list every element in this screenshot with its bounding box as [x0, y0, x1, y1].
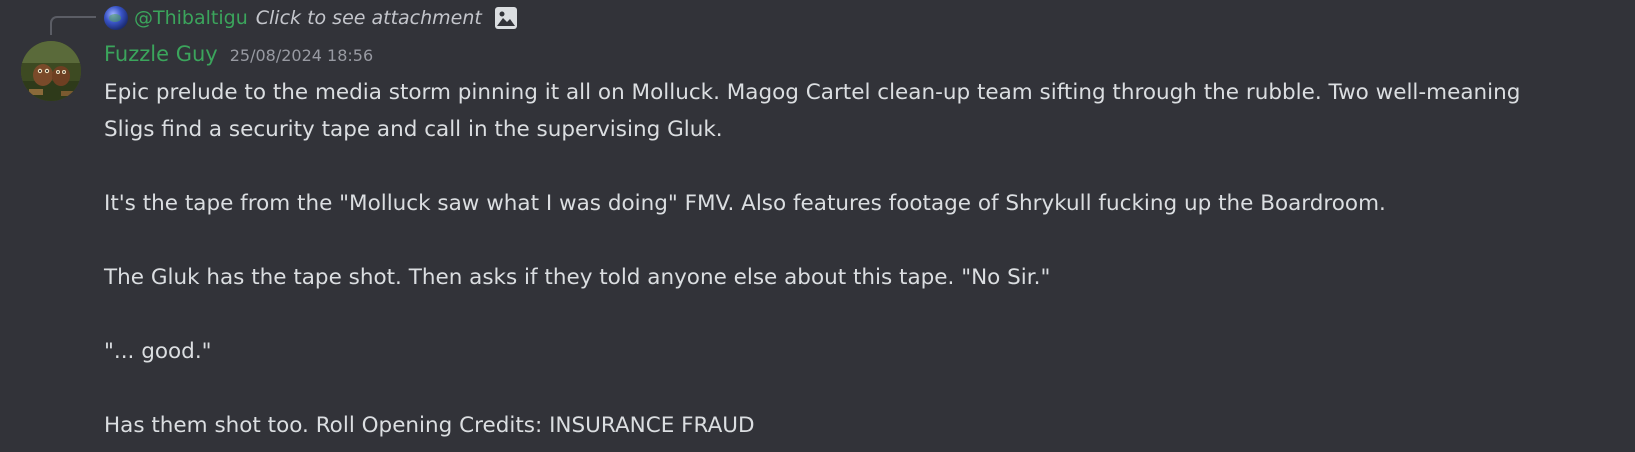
reply-author-name[interactable]: @Thibaltigu — [134, 7, 248, 29]
reply-preview-text[interactable]: Click to see attachment — [256, 7, 482, 29]
image-icon — [494, 6, 518, 30]
author-name[interactable]: Fuzzle Guy — [104, 42, 218, 66]
reply-connector — [50, 16, 96, 35]
message-line: It's the tape from the "Molluck saw what… — [104, 191, 1386, 216]
message-timestamp[interactable]: 25/08/2024 18:56 — [230, 46, 373, 65]
reply-reference[interactable]: @Thibaltigu Click to see attachment — [104, 4, 518, 32]
message-line: Sligs find a security tape and call in t… — [104, 117, 723, 142]
message-line: Epic prelude to the media storm pinning … — [104, 80, 1521, 105]
message-line: The Gluk has the tape shot. Then asks if… — [104, 265, 1051, 290]
message-line: "... good." — [104, 339, 212, 364]
message-line: Has them shot too. Roll Opening Credits:… — [104, 413, 755, 438]
author-avatar[interactable] — [21, 41, 81, 101]
message-content: Epic prelude to the media storm pinning … — [104, 74, 1624, 444]
message-header: Fuzzle Guy 25/08/2024 18:56 — [104, 42, 373, 66]
reply-author-avatar[interactable] — [104, 6, 128, 30]
